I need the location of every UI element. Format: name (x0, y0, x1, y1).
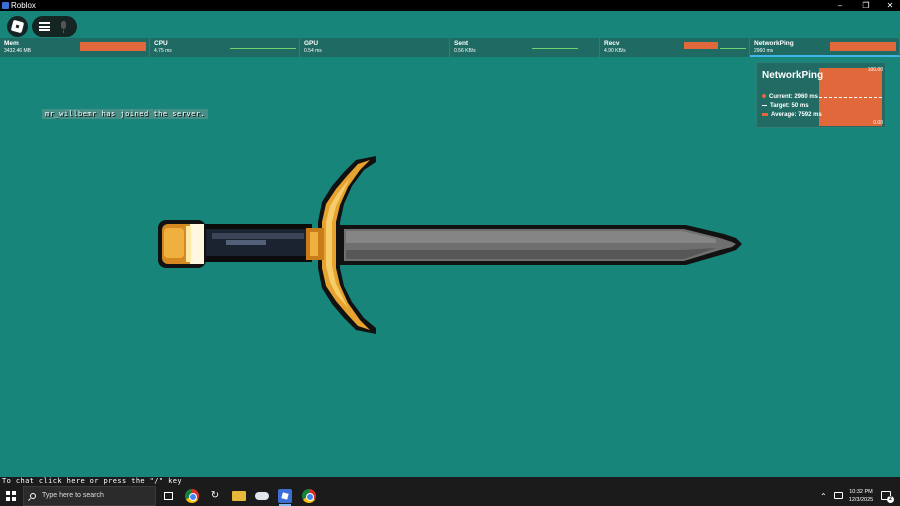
chevron-up-icon[interactable]: ⌃ (820, 492, 827, 501)
sword-crossguard (306, 156, 376, 334)
chat-hint-bar[interactable]: To chat click here or press the "/" key (0, 477, 900, 486)
chrome-icon[interactable] (185, 489, 199, 503)
file-explorer-icon[interactable] (232, 491, 246, 501)
task-view-icon[interactable] (164, 492, 173, 500)
cortana-icon[interactable]: ↻ (208, 489, 222, 503)
stat-label: GPU (304, 40, 319, 47)
microphone-icon[interactable] (61, 21, 66, 33)
stat-value: 0.54 ms (304, 48, 322, 54)
line-icon (762, 104, 767, 106)
stat-cpu[interactable]: CPU 4.75 ms (150, 38, 300, 57)
search-icon (30, 493, 36, 499)
maximize-button[interactable]: ❐ (856, 0, 876, 11)
start-button[interactable] (0, 486, 22, 506)
search-placeholder: Type here to search (42, 492, 104, 499)
minimize-button[interactable]: – (830, 0, 850, 11)
legend-average: Average: 7592 ms (762, 112, 822, 118)
stat-label: CPU (154, 40, 168, 47)
stat-label: Sent (454, 40, 469, 47)
stat-sent[interactable]: Sent 0.56 KB/s (450, 38, 600, 57)
cpu-graph (230, 42, 296, 51)
bar-icon (762, 112, 768, 116)
window-title: Roblox (11, 1, 36, 10)
ping-graph (830, 42, 896, 51)
stat-recv[interactable]: Recv 4.90 KB/s (600, 38, 750, 57)
stat-value: 4.90 KB/s (604, 48, 626, 54)
notification-icon[interactable]: 2 (881, 491, 894, 503)
sent-graph (532, 42, 578, 51)
clock-time: 10:32 PM (849, 489, 873, 495)
networkping-panel: 100.00 0.00 NetworkPing Current: 2960 ms… (756, 62, 886, 128)
stat-label: Mem (4, 40, 19, 47)
chart-max-label: 100.00 (867, 67, 883, 73)
sword-grip (200, 224, 312, 262)
stat-value: 4.75 ms (154, 48, 172, 54)
game-menu-button[interactable] (32, 16, 77, 37)
close-button[interactable]: ✕ (880, 0, 900, 11)
notification-count: 2 (887, 496, 894, 503)
panel-title: NetworkPing (762, 70, 824, 81)
mem-graph (80, 42, 146, 51)
taskbar-search-box[interactable]: Type here to search (23, 486, 156, 506)
roblox-logo-icon (10, 19, 25, 34)
stat-label: NetworkPing (754, 40, 794, 47)
system-chat-message: mr_willbemr has joined the server. (42, 109, 209, 119)
stat-value: 2960 ms (754, 48, 774, 54)
window-titlebar: Roblox – ❐ ✕ (0, 0, 900, 11)
stat-mem[interactable]: Mem 3432.46 MB (0, 38, 150, 57)
stat-value: 3432.46 MB (4, 48, 31, 54)
performance-stats-bar: Mem 3432.46 MB CPU 4.75 ms GPU 0.54 ms S… (0, 38, 900, 57)
sword-pommel (158, 220, 206, 268)
legend-current: Current: 2960 ms (762, 94, 818, 100)
cloud-app-icon[interactable] (255, 492, 269, 500)
taskbar-clock[interactable]: 10:32 PM 12/3/2025 (843, 488, 879, 504)
stat-value: 0.56 KB/s (454, 48, 476, 54)
legend-target: Target: 50 ms (762, 103, 809, 109)
roblox-menu-button[interactable] (7, 16, 28, 37)
dot-icon (762, 94, 766, 99)
hamburger-icon (39, 22, 50, 31)
stat-networkping[interactable]: NetworkPing 2960 ms (750, 38, 900, 57)
chrome-profile-icon[interactable] (302, 489, 316, 503)
stat-gpu[interactable]: GPU 0.54 ms (300, 38, 450, 57)
network-icon[interactable] (834, 492, 843, 499)
target-line (819, 97, 882, 98)
chart-min-label: 0.00 (873, 120, 883, 126)
windows-taskbar: Type here to search ↻ ⌃ 10:32 PM 12/3/20… (0, 486, 900, 506)
roblox-app-icon (2, 2, 9, 9)
roblox-taskbar-icon[interactable] (278, 489, 292, 506)
stat-label: Recv (604, 40, 620, 47)
clock-date: 12/3/2025 (848, 497, 874, 503)
windows-logo-icon (6, 491, 16, 501)
sword-blade (340, 225, 742, 265)
recv-graph (684, 42, 746, 51)
